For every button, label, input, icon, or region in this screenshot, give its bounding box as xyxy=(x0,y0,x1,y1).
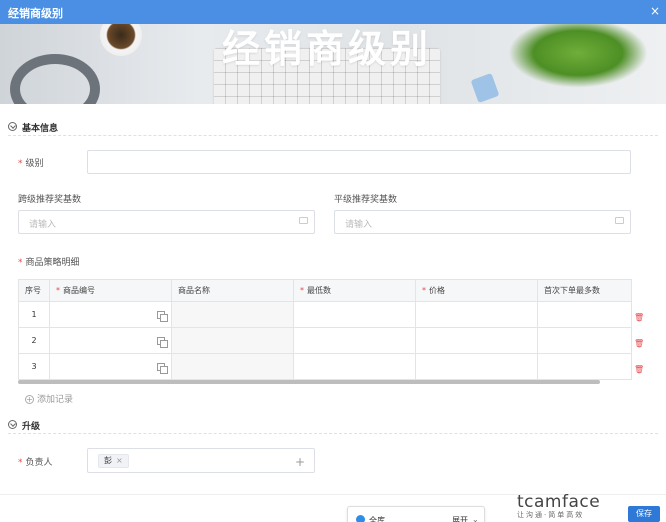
select-icon[interactable] xyxy=(157,337,168,348)
cross-bonus-input[interactable]: 请输入 xyxy=(18,210,315,234)
col-header-name: 商品名称 xyxy=(171,279,294,302)
flat-bonus-input[interactable]: 请输入 xyxy=(334,210,631,234)
min-qty-cell[interactable] xyxy=(293,327,416,354)
keyboard-icon xyxy=(299,217,308,224)
max-first-cell[interactable] xyxy=(537,327,632,354)
remove-tag-icon[interactable]: × xyxy=(116,456,123,465)
row-index: 2 xyxy=(18,327,50,354)
strategy-table: 序号 * 商品编号 商品名称 * 最低数 * 价格 首次下单最多数 1 2 3 xyxy=(18,279,632,380)
max-first-cell[interactable] xyxy=(537,353,632,380)
row-index: 3 xyxy=(18,353,50,380)
coffee-cup-graphic xyxy=(100,24,142,56)
price-cell[interactable] xyxy=(415,301,538,328)
strategy-label: * 商品策略明细 xyxy=(18,258,80,268)
banner-text: 经销商级别 xyxy=(222,27,433,71)
add-record-button[interactable]: + 添加记录 xyxy=(25,392,73,405)
row-index: 1 xyxy=(18,301,50,328)
plus-circle-icon: + xyxy=(25,395,34,404)
dialog-title: 经销商级别 xyxy=(8,7,63,20)
delete-row-icon[interactable]: 🗑 xyxy=(634,339,644,348)
keyboard-icon xyxy=(615,217,624,224)
required-marker: * xyxy=(18,159,23,169)
section-title: 基本信息 xyxy=(22,124,59,134)
product-code-cell[interactable] xyxy=(49,353,172,380)
max-first-cell[interactable] xyxy=(537,301,632,328)
expand-button[interactable]: 展开 xyxy=(452,515,468,522)
clip-graphic xyxy=(470,72,500,104)
col-header-min: * 最低数 xyxy=(293,279,416,302)
price-cell[interactable] xyxy=(415,353,538,380)
required-marker: * xyxy=(18,458,23,468)
table-header-row: 序号 * 商品编号 商品名称 * 最低数 * 价格 首次下单最多数 xyxy=(18,279,632,302)
delete-row-icon[interactable]: 🗑 xyxy=(634,313,644,322)
collapse-icon[interactable] xyxy=(8,122,17,131)
product-name-cell xyxy=(171,327,294,354)
min-qty-cell[interactable] xyxy=(293,353,416,380)
section-title: 升级 xyxy=(22,422,41,432)
col-header-price: * 价格 xyxy=(415,279,538,302)
col-header-code: * 商品编号 xyxy=(49,279,172,302)
banner-image: 经销商级别 xyxy=(0,24,666,104)
product-code-cell[interactable] xyxy=(49,327,172,354)
price-cell[interactable] xyxy=(415,327,538,354)
owner-tag: 彭 × xyxy=(98,454,129,468)
delete-row-icon[interactable]: 🗑 xyxy=(634,365,644,374)
chevron-down-icon[interactable]: ⌄ xyxy=(472,515,479,522)
status-dot-icon xyxy=(356,515,365,522)
table-row: 2 xyxy=(18,327,632,354)
plant-graphic xyxy=(508,24,648,88)
owner-label: * 负责人 xyxy=(18,458,53,468)
table-row: 3 xyxy=(18,353,632,380)
level-input[interactable] xyxy=(87,150,631,174)
required-marker: * xyxy=(18,258,23,268)
select-icon[interactable] xyxy=(157,311,168,322)
table-scrollbar[interactable] xyxy=(18,380,600,384)
table-row: 1 xyxy=(18,301,632,328)
collapse-icon[interactable] xyxy=(8,420,17,429)
level-label: * 级别 xyxy=(18,159,44,169)
min-qty-cell[interactable] xyxy=(293,301,416,328)
section-basic-info[interactable]: 基本信息 xyxy=(8,116,658,136)
product-code-cell[interactable] xyxy=(49,301,172,328)
headphone-graphic xyxy=(10,54,100,104)
flat-bonus-label: 平级推荐奖基数 xyxy=(334,195,398,205)
col-header-index: 序号 xyxy=(18,279,50,302)
product-name-cell xyxy=(171,353,294,380)
product-name-cell xyxy=(171,301,294,328)
col-header-max-first: 首次下单最多数 xyxy=(537,279,632,302)
section-upgrade[interactable]: 升级 xyxy=(8,414,658,434)
add-owner-icon[interactable]: + xyxy=(295,455,305,469)
cross-bonus-label: 跨级推荐奖基数 xyxy=(18,195,82,205)
select-icon[interactable] xyxy=(157,363,168,374)
save-button[interactable]: 保存 xyxy=(628,506,660,522)
close-icon[interactable]: × xyxy=(650,4,660,18)
dialog-titlebar: 经销商级别 × xyxy=(0,0,666,24)
watermark-logo: tcamface 让沟通·简单高效 xyxy=(517,492,601,519)
global-toggle-popup[interactable]: 全库 展开 ⌄ xyxy=(347,506,485,522)
